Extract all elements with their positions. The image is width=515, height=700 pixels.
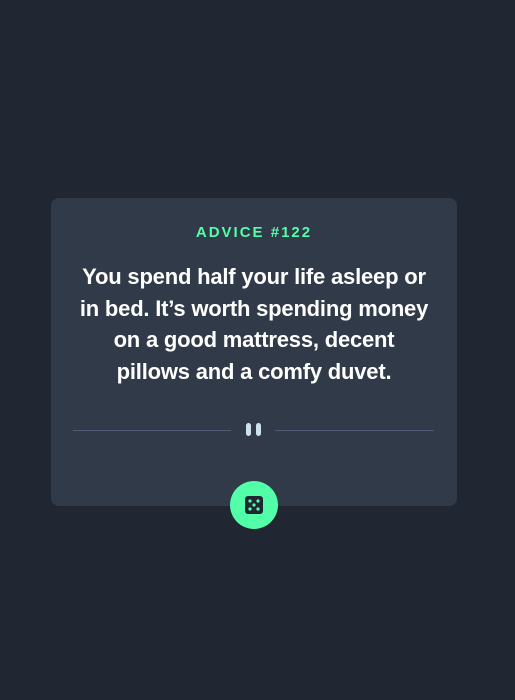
divider <box>73 422 434 438</box>
advice-number: ADVICE #122 <box>195 224 313 241</box>
pause-icon <box>245 423 263 437</box>
advice-card: ADVICE #122 You spend half your life asl… <box>51 198 457 506</box>
advice-quote: You spend half your life asleep or in be… <box>79 264 429 384</box>
new-advice-button[interactable] <box>230 481 278 529</box>
dice-icon <box>245 496 263 514</box>
divider-line-right <box>275 430 434 431</box>
divider-line-left <box>73 430 231 431</box>
